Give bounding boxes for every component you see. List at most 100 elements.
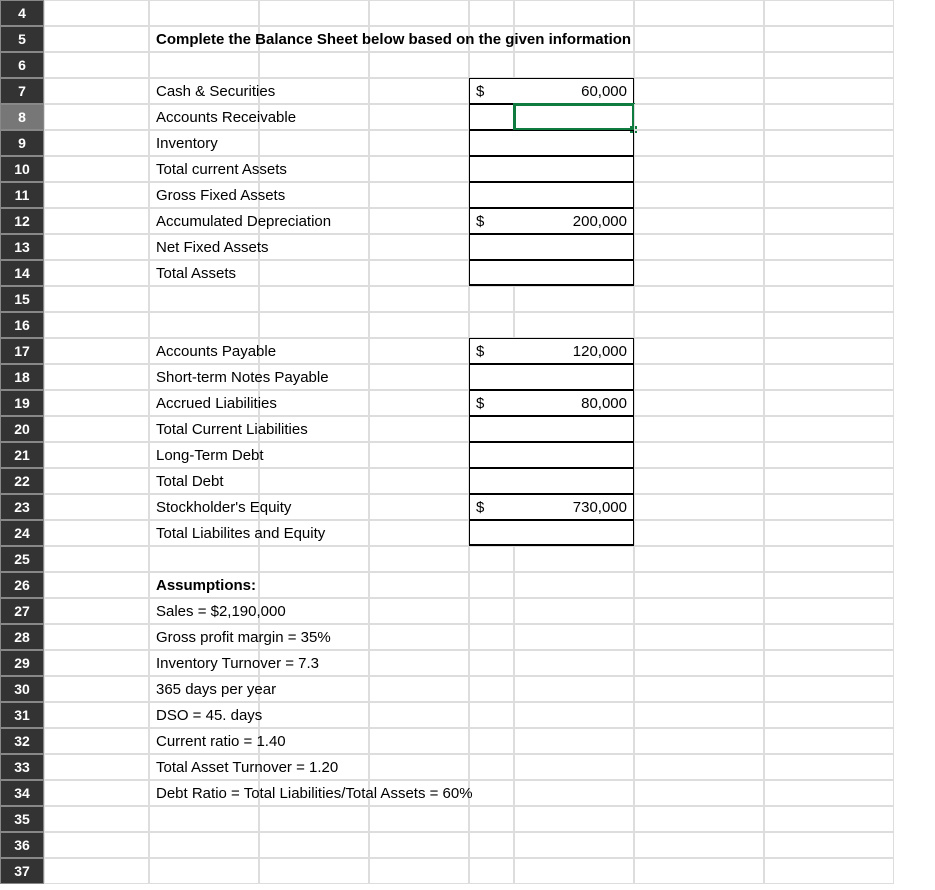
dollar-sign-cell[interactable]: $ bbox=[469, 338, 514, 364]
value-gfa-l[interactable] bbox=[469, 182, 514, 208]
cell[interactable] bbox=[369, 650, 469, 676]
cell[interactable] bbox=[469, 806, 514, 832]
value-inv-l[interactable] bbox=[469, 130, 514, 156]
cell[interactable] bbox=[44, 468, 149, 494]
cell[interactable] bbox=[634, 130, 764, 156]
label-ltd[interactable]: Long-Term Debt bbox=[149, 442, 259, 468]
cell[interactable] bbox=[469, 624, 514, 650]
cell[interactable] bbox=[634, 702, 764, 728]
cell[interactable] bbox=[369, 390, 469, 416]
cell[interactable] bbox=[369, 156, 469, 182]
row-header-5[interactable]: 5 bbox=[0, 26, 44, 52]
cell[interactable] bbox=[369, 754, 469, 780]
dollar-sign-cell[interactable]: $ bbox=[469, 208, 514, 234]
cell[interactable] bbox=[259, 572, 369, 598]
cell[interactable] bbox=[44, 754, 149, 780]
cell[interactable] bbox=[369, 364, 469, 390]
cell[interactable] bbox=[369, 312, 469, 338]
cell[interactable] bbox=[469, 702, 514, 728]
label-tcl[interactable]: Total Current Liabilities bbox=[149, 416, 259, 442]
cell[interactable] bbox=[44, 650, 149, 676]
cell[interactable] bbox=[44, 572, 149, 598]
cell[interactable] bbox=[469, 286, 514, 312]
row-header-29[interactable]: 29 bbox=[0, 650, 44, 676]
cell[interactable] bbox=[634, 416, 764, 442]
cell[interactable] bbox=[44, 676, 149, 702]
cell[interactable] bbox=[44, 364, 149, 390]
label-ap[interactable]: Accounts Payable bbox=[149, 338, 259, 364]
cell[interactable] bbox=[44, 78, 149, 104]
cell[interactable] bbox=[369, 208, 469, 234]
cell[interactable] bbox=[634, 208, 764, 234]
cell[interactable] bbox=[369, 572, 469, 598]
cell[interactable] bbox=[764, 754, 894, 780]
cell[interactable] bbox=[764, 546, 894, 572]
cell[interactable] bbox=[149, 286, 259, 312]
assumption-8[interactable]: Debt Ratio = Total Liabilities/Total Ass… bbox=[149, 780, 259, 806]
row-header-21[interactable]: 21 bbox=[0, 442, 44, 468]
value-tle-l[interactable] bbox=[469, 520, 514, 546]
label-assumptions[interactable]: Assumptions: bbox=[149, 572, 259, 598]
label-accdep[interactable]: Accumulated Depreciation bbox=[149, 208, 259, 234]
cell[interactable] bbox=[764, 338, 894, 364]
value-inv[interactable] bbox=[514, 130, 634, 156]
cell[interactable] bbox=[764, 78, 894, 104]
assumption-1[interactable]: Sales = $2,190,000 bbox=[149, 598, 259, 624]
value-stn[interactable] bbox=[514, 364, 634, 390]
row-header-10[interactable]: 10 bbox=[0, 156, 44, 182]
row-header-13[interactable]: 13 bbox=[0, 234, 44, 260]
cell[interactable] bbox=[634, 0, 764, 26]
cell[interactable] bbox=[764, 130, 894, 156]
row-header-20[interactable]: 20 bbox=[0, 416, 44, 442]
value-tcl-l[interactable] bbox=[469, 416, 514, 442]
assumption-2[interactable]: Gross profit margin = 35% bbox=[149, 624, 259, 650]
cell[interactable] bbox=[634, 260, 764, 286]
cell[interactable] bbox=[764, 208, 894, 234]
cell[interactable] bbox=[259, 468, 369, 494]
row-header-30[interactable]: 30 bbox=[0, 676, 44, 702]
cell[interactable] bbox=[469, 676, 514, 702]
cell[interactable] bbox=[469, 650, 514, 676]
cell[interactable] bbox=[369, 234, 469, 260]
cell[interactable] bbox=[634, 546, 764, 572]
row-header-24[interactable]: 24 bbox=[0, 520, 44, 546]
cell[interactable] bbox=[259, 130, 369, 156]
cell[interactable] bbox=[764, 702, 894, 728]
cell[interactable] bbox=[149, 858, 259, 884]
cell[interactable] bbox=[514, 0, 634, 26]
cell[interactable] bbox=[764, 104, 894, 130]
cell[interactable] bbox=[764, 572, 894, 598]
cell[interactable] bbox=[259, 0, 369, 26]
value-ar-left[interactable] bbox=[469, 104, 514, 130]
cell[interactable] bbox=[44, 104, 149, 130]
cell[interactable] bbox=[369, 104, 469, 130]
cell[interactable] bbox=[764, 832, 894, 858]
row-header-26[interactable]: 26 bbox=[0, 572, 44, 598]
cell[interactable] bbox=[634, 832, 764, 858]
cell[interactable] bbox=[44, 494, 149, 520]
cell[interactable] bbox=[44, 442, 149, 468]
cell[interactable] bbox=[469, 780, 514, 806]
label-gfa[interactable]: Gross Fixed Assets bbox=[149, 182, 259, 208]
cell[interactable] bbox=[44, 208, 149, 234]
cell[interactable] bbox=[369, 520, 469, 546]
assumption-7[interactable]: Total Asset Turnover = 1.20 bbox=[149, 754, 259, 780]
cell[interactable] bbox=[469, 0, 514, 26]
cell[interactable] bbox=[259, 78, 369, 104]
cell[interactable] bbox=[44, 598, 149, 624]
value-stn-l[interactable] bbox=[469, 364, 514, 390]
cell[interactable] bbox=[149, 0, 259, 26]
cell[interactable] bbox=[634, 364, 764, 390]
cell[interactable] bbox=[514, 52, 634, 78]
cell[interactable] bbox=[764, 286, 894, 312]
cell[interactable] bbox=[44, 286, 149, 312]
cell[interactable] bbox=[764, 520, 894, 546]
cell[interactable] bbox=[634, 494, 764, 520]
cell[interactable] bbox=[149, 52, 259, 78]
cell[interactable] bbox=[634, 468, 764, 494]
cell[interactable] bbox=[369, 52, 469, 78]
cell[interactable] bbox=[44, 858, 149, 884]
cell[interactable] bbox=[634, 442, 764, 468]
row-header-7[interactable]: 7 bbox=[0, 78, 44, 104]
cell[interactable] bbox=[764, 52, 894, 78]
